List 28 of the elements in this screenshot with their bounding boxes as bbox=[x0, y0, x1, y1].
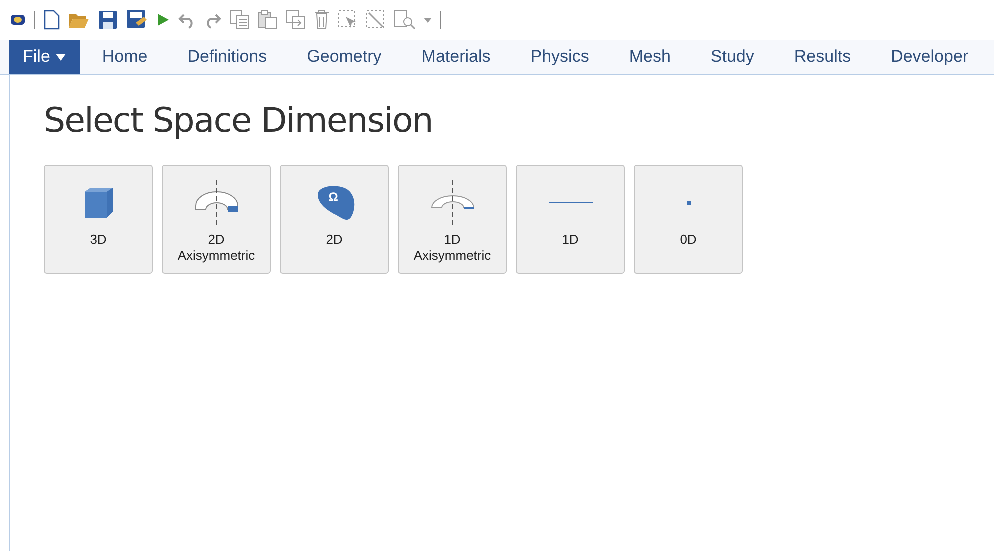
space-dimension-button[interactable]: 2D Axisymmetric bbox=[162, 165, 271, 274]
cube-icon bbox=[82, 187, 114, 219]
ribbon-tab[interactable]: Developer bbox=[871, 40, 989, 74]
separator-icon bbox=[440, 11, 442, 29]
app-logo-icon[interactable] bbox=[10, 14, 26, 26]
separator-icon bbox=[34, 11, 36, 29]
ribbon-tab[interactable]: File bbox=[9, 40, 80, 74]
play-icon[interactable] bbox=[156, 13, 170, 27]
ribbon-tab[interactable]: Mesh bbox=[609, 40, 691, 74]
ribbon-tab[interactable]: Geometry bbox=[287, 40, 402, 74]
line-segment-icon bbox=[548, 202, 592, 204]
save-as-icon[interactable] bbox=[126, 9, 148, 31]
space-dimension-button[interactable]: 1D Axisymmetric bbox=[398, 165, 507, 274]
ribbon-tab[interactable]: Physics bbox=[510, 40, 610, 74]
space-dimension-button[interactable]: 1D bbox=[516, 165, 625, 274]
space-dimension-button[interactable]: 0D bbox=[634, 165, 743, 274]
ribbon-tab[interactable]: Results bbox=[774, 40, 872, 74]
ribbon-tab[interactable]: Definitions bbox=[168, 40, 288, 74]
new-file-icon[interactable] bbox=[44, 10, 60, 30]
space-dimension-button[interactable]: Ω 2D bbox=[280, 165, 389, 274]
save-icon[interactable] bbox=[98, 10, 118, 30]
ribbon-tab[interactable]: Study bbox=[690, 40, 774, 74]
ribbon-tab[interactable]: Home bbox=[82, 40, 168, 74]
point-icon bbox=[686, 201, 690, 205]
page-title: Select Space Dimension bbox=[44, 101, 434, 141]
folder-icon[interactable] bbox=[68, 11, 90, 29]
space-dimension-button[interactable]: 3D bbox=[44, 165, 153, 274]
ribbon-tab[interactable]: Materials bbox=[402, 40, 511, 74]
